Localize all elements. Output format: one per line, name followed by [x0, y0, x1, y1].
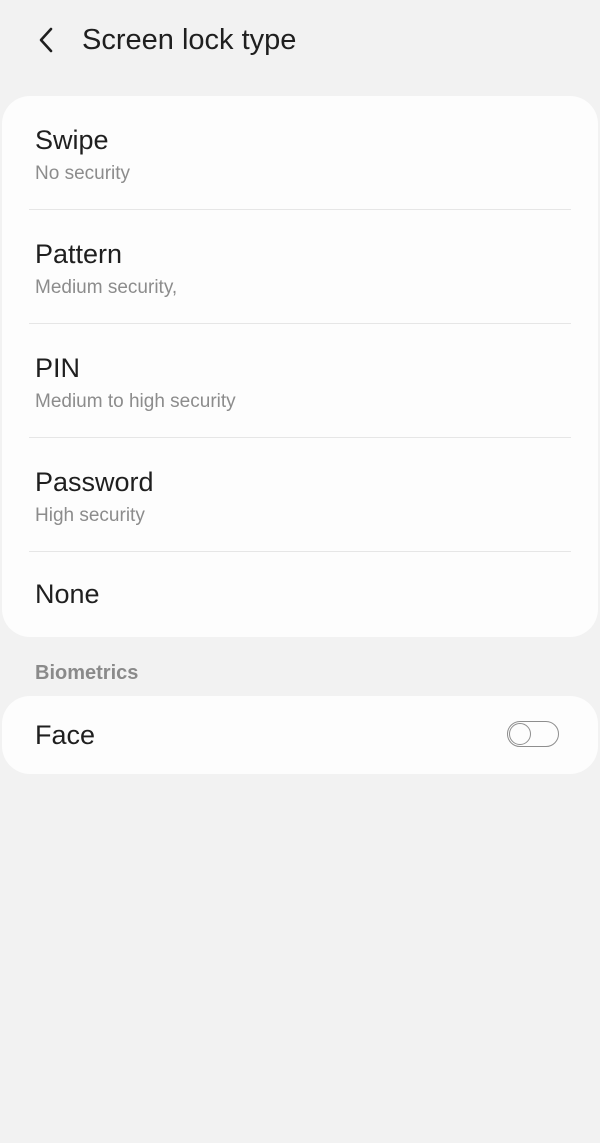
toggle-knob: [509, 722, 531, 745]
chevron-left-icon: [39, 27, 53, 53]
lock-option-title: Swipe: [35, 125, 109, 155]
face-label: Face: [35, 720, 96, 750]
face-toggle-switch[interactable]: [507, 721, 559, 747]
section-header-biometrics: Biometrics: [35, 662, 139, 684]
lock-option-title: PIN: [35, 353, 81, 383]
lock-option-subtitle: High security: [35, 505, 145, 526]
page-title: Screen lock type: [82, 24, 297, 56]
lock-option-subtitle: No security: [35, 163, 131, 184]
lock-option-title: None: [35, 579, 100, 609]
lock-option-title: Password: [35, 467, 154, 497]
lock-option-none[interactable]: None: [2, 552, 598, 637]
lock-option-pattern[interactable]: Pattern Medium security,: [2, 210, 598, 324]
lock-option-pin[interactable]: PIN Medium to high security: [2, 324, 598, 438]
app-bar: Screen lock type: [0, 0, 600, 80]
lock-option-password[interactable]: Password High security: [2, 438, 598, 552]
back-button[interactable]: [28, 20, 64, 60]
lock-type-list: Swipe No security Pattern Medium securit…: [2, 96, 598, 637]
lock-option-subtitle: Medium to high security: [35, 391, 236, 412]
lock-option-title: Pattern: [35, 239, 123, 269]
biometrics-face-row[interactable]: Face: [2, 696, 598, 774]
lock-option-subtitle: Medium security,: [35, 277, 178, 298]
lock-option-swipe[interactable]: Swipe No security: [2, 96, 598, 210]
